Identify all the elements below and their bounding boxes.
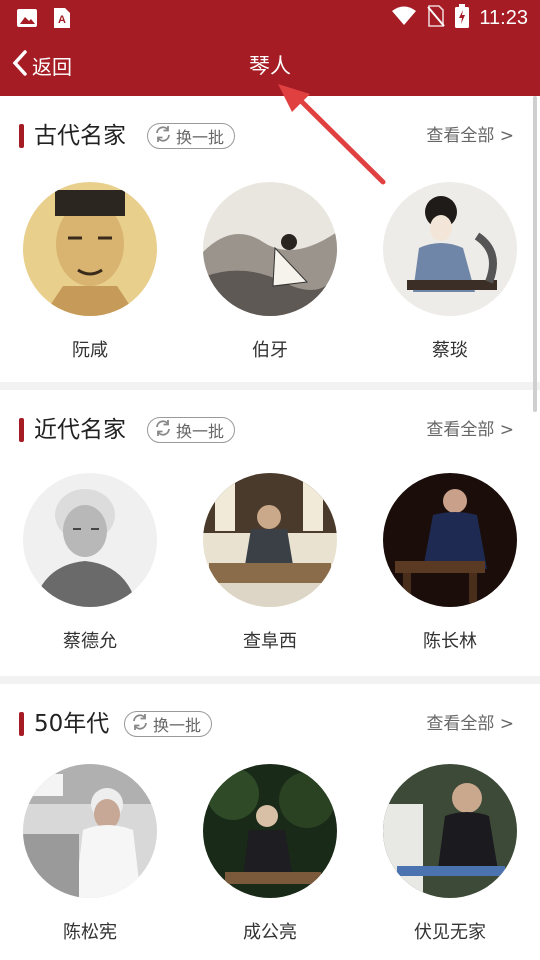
person-name: 蔡德允	[63, 631, 117, 652]
section-1950s: 50年代 换一批 查看全部 > 陈松宪 成公亮 伏见无家	[0, 684, 540, 960]
see-all-link[interactable]: 查看全部 >	[426, 706, 514, 742]
avatar	[203, 764, 337, 898]
refresh-label: 换一批	[176, 128, 225, 147]
clock: 11:23	[479, 6, 528, 29]
person-card[interactable]: 成公亮	[180, 764, 360, 944]
person-card[interactable]: 陈松宪	[0, 764, 180, 944]
section-header: 50年代 换一批 查看全部 >	[0, 706, 540, 742]
refresh-batch-button[interactable]: 换一批	[147, 123, 236, 149]
person-name: 伏见无家	[414, 922, 486, 943]
refresh-label: 换一批	[176, 422, 225, 441]
svg-text:A: A	[58, 14, 66, 26]
section-divider	[0, 382, 540, 390]
status-bar: A 11:23	[0, 0, 540, 36]
person-name: 陈长林	[423, 631, 477, 652]
avatar	[383, 182, 517, 316]
section-title: 古代名家	[34, 123, 126, 149]
person-name: 陈松宪	[63, 922, 117, 943]
avatar	[23, 473, 157, 607]
person-card[interactable]: 伯牙	[180, 182, 360, 362]
person-name: 成公亮	[243, 922, 297, 943]
section-divider	[0, 676, 540, 684]
person-name: 阮咸	[72, 340, 108, 361]
person-card[interactable]: 陈长林	[360, 473, 540, 653]
wifi-icon	[391, 5, 417, 31]
battery-charging-icon	[455, 4, 470, 32]
section-title: 50年代	[34, 711, 110, 737]
content-scroll[interactable]: 古代名家 换一批 查看全部 > 阮咸 伯牙 蔡琰 近代名家 换一批 查看全部 >…	[0, 96, 540, 960]
text-app-icon: A	[52, 7, 72, 33]
page-title: 琴人	[249, 54, 291, 78]
section-header: 古代名家 换一批 查看全部 >	[0, 118, 540, 154]
nav-bar: 返回 琴人	[0, 36, 540, 96]
refresh-icon	[154, 125, 172, 147]
section-accent-bar	[19, 124, 24, 148]
person-name: 蔡琰	[432, 340, 468, 361]
avatar	[23, 764, 157, 898]
section-ancient-masters: 古代名家 换一批 查看全部 > 阮咸 伯牙 蔡琰	[0, 96, 540, 382]
refresh-batch-button[interactable]: 换一批	[147, 417, 236, 443]
section-title: 近代名家	[34, 417, 126, 443]
person-card[interactable]: 阮咸	[0, 182, 180, 362]
avatar	[203, 473, 337, 607]
avatar	[203, 182, 337, 316]
section-accent-bar	[19, 712, 24, 736]
image-icon	[16, 7, 38, 33]
see-all-link[interactable]: 查看全部 >	[426, 412, 514, 448]
see-all-link[interactable]: 查看全部 >	[426, 118, 514, 154]
person-card[interactable]: 蔡德允	[0, 473, 180, 653]
person-card[interactable]: 伏见无家	[360, 764, 540, 944]
refresh-icon	[154, 419, 172, 441]
refresh-batch-button[interactable]: 换一批	[124, 711, 213, 737]
section-modern-masters: 近代名家 换一批 查看全部 > 蔡德允 查阜西 陈长林	[0, 390, 540, 676]
person-card[interactable]: 查阜西	[180, 473, 360, 653]
avatar	[23, 182, 157, 316]
person-name: 查阜西	[243, 631, 297, 652]
refresh-label: 换一批	[153, 716, 202, 735]
no-sim-icon	[427, 4, 446, 32]
person-name: 伯牙	[252, 340, 288, 361]
refresh-icon	[131, 713, 149, 735]
avatar	[383, 473, 517, 607]
scrollbar[interactable]	[533, 96, 537, 412]
section-header: 近代名家 换一批 查看全部 >	[0, 412, 540, 448]
avatar	[383, 764, 517, 898]
section-accent-bar	[19, 418, 24, 442]
person-card[interactable]: 蔡琰	[360, 182, 540, 362]
